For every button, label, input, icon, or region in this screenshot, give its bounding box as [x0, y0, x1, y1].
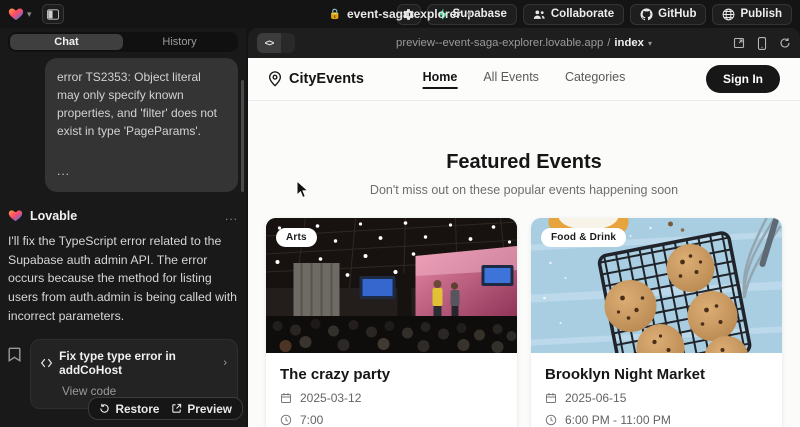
- lovable-heart-icon: [8, 6, 24, 22]
- clock-icon: [545, 414, 557, 426]
- event-date: 2025-06-15: [545, 391, 768, 405]
- people-icon: [533, 9, 546, 20]
- event-time: 7:00: [280, 413, 503, 427]
- tab-chat[interactable]: Chat: [10, 34, 123, 50]
- project-name-menu[interactable]: 🔒 event-saga-explorer ▾: [328, 7, 471, 21]
- sign-in-button[interactable]: Sign In: [706, 65, 780, 93]
- event-card[interactable]: Food & Drink Brooklyn Night Market 2025-…: [531, 218, 782, 427]
- preview-panel: <> preview--event-saga-explorer.lovable.…: [248, 28, 800, 427]
- code-view-toggle[interactable]: <>: [257, 33, 295, 53]
- chat-panel: Chat History error TS2353: Object litera…: [0, 28, 246, 427]
- user-message-ellipsis: ...: [57, 162, 226, 180]
- chat-scrollbar[interactable]: [241, 80, 244, 192]
- site-nav: Home All Events Categories: [423, 70, 626, 89]
- toggle-sidebar-button[interactable]: [42, 4, 64, 24]
- chevron-right-icon: ›: [223, 357, 227, 369]
- nav-categories[interactable]: Categories: [565, 70, 625, 89]
- globe-icon: [722, 8, 735, 21]
- code-icon: [41, 358, 52, 368]
- page-subtitle: Don't miss out on these popular events h…: [248, 183, 800, 197]
- event-title: The crazy party: [280, 366, 503, 383]
- clock-icon: [280, 414, 292, 426]
- preview-label: Preview: [187, 402, 232, 416]
- category-badge: Food & Drink: [541, 228, 626, 247]
- collaborate-label: Collaborate: [551, 8, 614, 20]
- view-code-link[interactable]: View code: [62, 384, 227, 398]
- code-change-card[interactable]: Fix type type error in addCoHost › View …: [30, 339, 238, 409]
- url-domain: preview--event-saga-explorer.lovable.app: [396, 37, 603, 49]
- user-message-text: error TS2353: Object literal may only sp…: [57, 68, 226, 140]
- chat-history-tabs: Chat History: [8, 32, 238, 52]
- chevron-down-icon: ▾: [27, 9, 32, 20]
- url-separator: /: [607, 37, 610, 49]
- category-badge: Arts: [276, 228, 317, 247]
- site-brand[interactable]: CityEvents: [268, 71, 364, 87]
- code-icon: <>: [257, 33, 281, 53]
- url-bar[interactable]: preview--event-saga-explorer.lovable.app…: [396, 37, 652, 49]
- assistant-name: Lovable: [30, 209, 77, 223]
- event-image-cookies: Food & Drink: [531, 218, 782, 353]
- mobile-view-icon[interactable]: [757, 37, 767, 50]
- nav-home[interactable]: Home: [423, 70, 458, 89]
- lovable-heart-icon: [8, 208, 23, 223]
- preview-button[interactable]: Preview: [171, 402, 232, 416]
- user-message: error TS2353: Object literal may only sp…: [45, 58, 238, 192]
- site-header: CityEvents Home All Events Categories Si…: [248, 58, 800, 101]
- chevron-down-icon: ▾: [648, 39, 652, 48]
- chevron-down-icon: ▾: [467, 9, 472, 20]
- publish-label: Publish: [740, 8, 782, 20]
- project-name: event-saga-explorer: [347, 7, 461, 21]
- event-card[interactable]: Arts The crazy party 2025-03-12 7:00: [266, 218, 517, 427]
- lock-icon: 🔒: [328, 9, 340, 20]
- brand-name: CityEvents: [289, 71, 364, 87]
- preview-toolbar: <> preview--event-saga-explorer.lovable.…: [248, 28, 800, 58]
- page-title: Featured Events: [248, 151, 800, 174]
- event-date: 2025-03-12: [280, 391, 503, 405]
- event-time: 6:00 PM - 11:00 PM: [545, 413, 768, 427]
- top-bar: ▾ 🔒 event-saga-explorer ▾ Supabase Colla…: [0, 0, 800, 28]
- refresh-icon[interactable]: [779, 37, 791, 49]
- github-label: GitHub: [658, 8, 696, 20]
- restore-icon: [99, 403, 110, 414]
- nav-all-events[interactable]: All Events: [483, 70, 539, 89]
- map-pin-icon: [268, 71, 282, 87]
- assistant-message-1: I'll fix the TypeScript error related to…: [8, 232, 238, 325]
- site-preview: CityEvents Home All Events Categories Si…: [248, 58, 800, 427]
- open-in-new-tab-icon[interactable]: [733, 37, 745, 49]
- event-image-conference: Arts: [266, 218, 517, 353]
- collaborate-button[interactable]: Collaborate: [523, 4, 624, 25]
- app-window: ▾ 🔒 event-saga-explorer ▾ Supabase Colla…: [0, 0, 800, 427]
- lovable-logo-menu[interactable]: ▾: [8, 6, 32, 22]
- message-menu-button[interactable]: ...: [225, 209, 238, 223]
- tab-history[interactable]: History: [123, 34, 236, 50]
- github-button[interactable]: GitHub: [630, 4, 706, 25]
- github-icon: [640, 8, 653, 21]
- event-title: Brooklyn Night Market: [545, 366, 768, 383]
- external-link-icon: [171, 403, 182, 414]
- message-actions: Restore Preview: [88, 397, 243, 420]
- panel-icon: [47, 9, 59, 20]
- bookmark-icon[interactable]: [8, 347, 21, 362]
- url-page: index: [614, 37, 644, 49]
- restore-button[interactable]: Restore: [99, 402, 159, 416]
- calendar-icon: [280, 392, 292, 404]
- assistant-header: Lovable ...: [8, 208, 238, 223]
- fix-card-title: Fix type type error in addCoHost: [59, 349, 216, 377]
- calendar-icon: [545, 392, 557, 404]
- publish-button[interactable]: Publish: [712, 4, 792, 25]
- restore-label: Restore: [115, 402, 159, 416]
